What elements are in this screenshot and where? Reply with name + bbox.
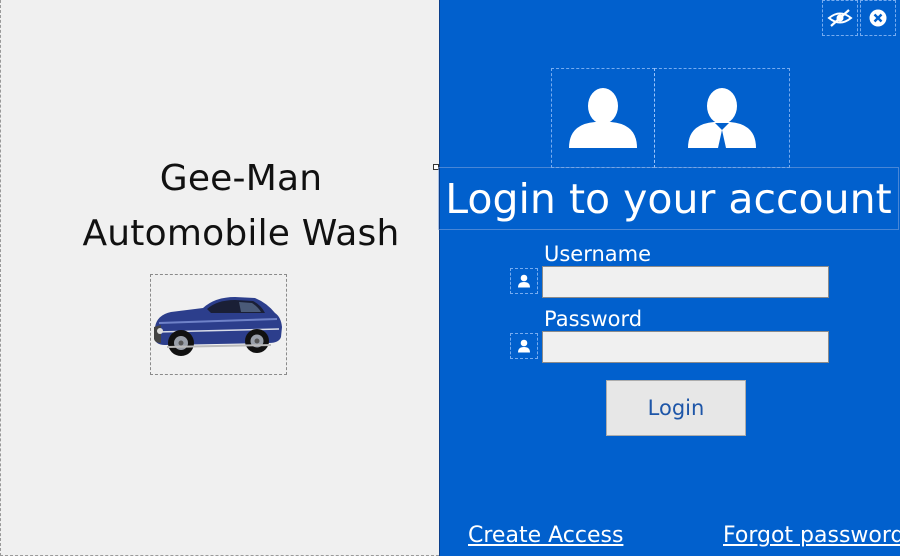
brand-panel: Gee-Man Automobile Wash [0,0,439,556]
admin-avatar [654,68,790,168]
username-icon-box [510,268,538,294]
user-avatar [551,68,655,168]
password-input[interactable] [542,331,829,363]
password-label: Password [544,307,643,331]
user-icon [518,339,530,353]
close-button[interactable] [860,0,896,36]
eye-toggle-icon [827,9,853,27]
car-image [150,274,287,375]
username-label: Username [544,242,652,266]
admin-avatar-icon [688,88,756,148]
forgot-password-link[interactable]: Forgot password [723,523,900,548]
password-icon-box [510,333,538,359]
create-access-link[interactable]: Create Access [468,523,623,548]
user-avatar-icon [569,88,637,148]
classic-car-icon [154,297,282,356]
login-title: Login to your account [438,167,899,230]
close-icon [869,9,887,27]
toggle-visibility-button[interactable] [822,0,858,36]
login-button[interactable]: Login [606,380,746,436]
username-input[interactable] [542,266,829,298]
user-icon [518,274,530,288]
brand-title-line2: Automobile Wash [82,213,400,254]
brand-title-line1: Gee-Man [159,158,323,199]
login-panel: Login to your account Username Password … [438,0,900,556]
